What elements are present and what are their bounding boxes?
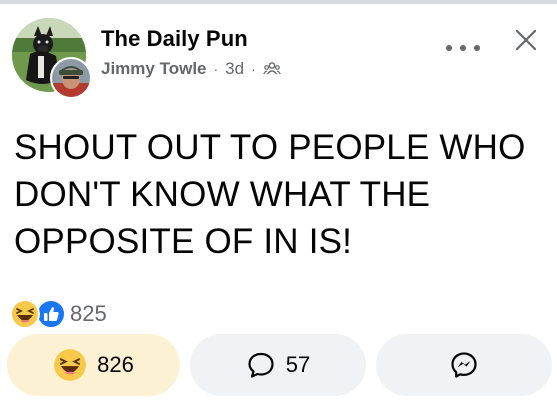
close-icon[interactable] — [514, 28, 538, 52]
reaction-icons — [10, 298, 68, 330]
haha-reaction-icon — [10, 299, 40, 329]
post-text: SHOUT OUT TO PEOPLE WHO DON'T KNOW WHAT … — [14, 128, 526, 261]
meta-separator: · — [213, 61, 219, 77]
more-options-icon[interactable] — [446, 38, 480, 58]
post-time[interactable]: 3d — [225, 59, 244, 79]
friends-icon — [263, 61, 281, 77]
author-name[interactable]: Jimmy Towle — [101, 59, 207, 79]
reaction-button[interactable]: 826 — [7, 334, 180, 396]
reaction-button-count: 826 — [97, 352, 134, 377]
comment-button[interactable]: 57 — [190, 334, 366, 396]
haha-reaction-icon — [54, 349, 87, 381]
post-card: The Daily Pun Jimmy Towle · 3d · SHOUT O… — [0, 4, 557, 403]
reaction-count: 825 — [70, 301, 107, 326]
post-meta: Jimmy Towle · 3d · — [101, 58, 281, 80]
author-avatar[interactable] — [50, 57, 92, 99]
meta-separator: · — [251, 61, 256, 77]
like-reaction-icon — [36, 299, 66, 329]
comment-count: 57 — [285, 352, 311, 377]
author-photo-image — [52, 59, 90, 97]
reaction-summary[interactable]: 825 — [10, 298, 107, 330]
messenger-icon — [451, 352, 477, 378]
page-name[interactable]: The Daily Pun — [101, 26, 248, 52]
messenger-share-button[interactable] — [376, 334, 552, 396]
comment-icon — [248, 352, 274, 378]
